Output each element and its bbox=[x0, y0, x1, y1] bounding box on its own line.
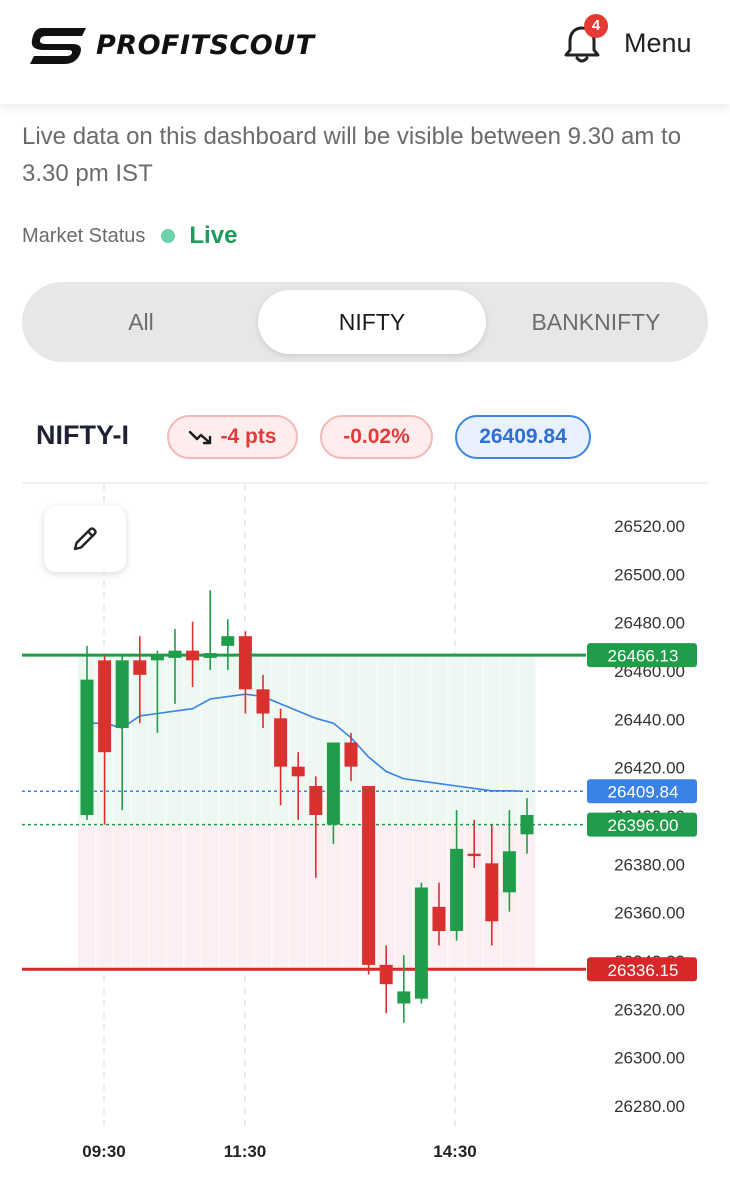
y-tick-label: 26520.00 bbox=[614, 517, 685, 536]
y-tick-label: 26360.00 bbox=[614, 904, 685, 923]
candle-body bbox=[485, 863, 499, 922]
y-tick-label: 26300.00 bbox=[614, 1049, 685, 1068]
level-price-label: 26409.84 bbox=[608, 783, 679, 802]
candle-body bbox=[502, 851, 516, 893]
y-tick-label: 26500.00 bbox=[614, 565, 685, 584]
tab-all[interactable]: All bbox=[32, 290, 250, 354]
candle-body bbox=[520, 815, 534, 835]
index-tabs: All NIFTY BANKNIFTY bbox=[22, 282, 708, 362]
candle-body bbox=[397, 991, 411, 1004]
candle-body bbox=[80, 679, 94, 815]
notification-count-badge: 4 bbox=[584, 14, 608, 38]
x-tick-label: 11:30 bbox=[224, 1142, 267, 1161]
candle-body bbox=[450, 848, 464, 931]
candle-body bbox=[344, 742, 358, 767]
brand-name[interactable]: PROFITSCOUT bbox=[96, 30, 315, 61]
candle-body bbox=[309, 786, 323, 815]
y-tick-label: 26380.00 bbox=[614, 855, 685, 874]
y-tick-label: 26420.00 bbox=[614, 759, 685, 778]
market-status: Market Status Live bbox=[22, 220, 237, 252]
level-price-label: 26396.00 bbox=[608, 816, 679, 835]
tab-banknifty[interactable]: BANKNIFTY bbox=[492, 290, 700, 354]
y-tick-label: 26440.00 bbox=[614, 710, 685, 729]
ltp-chip: 26409.84 bbox=[455, 415, 591, 459]
candle-body bbox=[326, 742, 340, 825]
candle-body bbox=[98, 660, 112, 753]
instrument-symbol: NIFTY-I bbox=[36, 420, 129, 450]
price-chart[interactable]: 26520.0026500.0026480.0026460.0026440.00… bbox=[0, 482, 730, 1172]
candle-body bbox=[274, 718, 288, 767]
change-percent-chip: -0.02% bbox=[320, 415, 433, 459]
candle-body bbox=[203, 653, 217, 658]
x-tick-label: 14:30 bbox=[433, 1142, 476, 1161]
change-percent-value: -0.02% bbox=[343, 425, 410, 448]
profitscout-logo-icon[interactable] bbox=[28, 24, 88, 68]
menu-button[interactable]: Menu bbox=[624, 28, 692, 59]
candle-body bbox=[291, 766, 305, 777]
live-data-notice: Live data on this dashboard will be visi… bbox=[22, 123, 682, 187]
y-tick-label: 26320.00 bbox=[614, 1000, 685, 1019]
tab-nifty[interactable]: NIFTY bbox=[258, 290, 486, 354]
y-tick-label: 26480.00 bbox=[614, 614, 685, 633]
status-dot-icon bbox=[161, 229, 176, 243]
candle-body bbox=[221, 636, 235, 646]
market-status-label: Market Status bbox=[22, 224, 146, 247]
candle-body bbox=[186, 650, 200, 661]
level-price-label: 26336.15 bbox=[608, 961, 679, 980]
x-tick-label: 09:30 bbox=[82, 1142, 125, 1161]
candle-body bbox=[150, 655, 164, 661]
trending-down-icon bbox=[189, 431, 212, 445]
market-status-value: Live bbox=[189, 222, 238, 249]
ltp-value: 26409.84 bbox=[479, 425, 567, 448]
candle-body bbox=[362, 786, 376, 965]
candle-body bbox=[238, 636, 252, 690]
candle-body bbox=[115, 660, 129, 728]
change-points-chip: -4 pts bbox=[167, 415, 298, 459]
level-price-label: 26466.13 bbox=[608, 647, 679, 666]
edit-drawing-button[interactable] bbox=[44, 506, 126, 572]
candle-body bbox=[133, 660, 147, 675]
change-points-value: -4 pts bbox=[220, 425, 277, 448]
candle-body bbox=[432, 906, 446, 931]
candle-body bbox=[379, 964, 393, 985]
app-header: PROFITSCOUT 4 Menu bbox=[0, 0, 730, 104]
candle-body bbox=[467, 853, 481, 857]
pencil-icon bbox=[73, 527, 97, 551]
candle-body bbox=[168, 650, 182, 658]
y-tick-label: 26280.00 bbox=[614, 1097, 685, 1116]
candle-body bbox=[256, 689, 270, 714]
candle-body bbox=[414, 887, 428, 999]
